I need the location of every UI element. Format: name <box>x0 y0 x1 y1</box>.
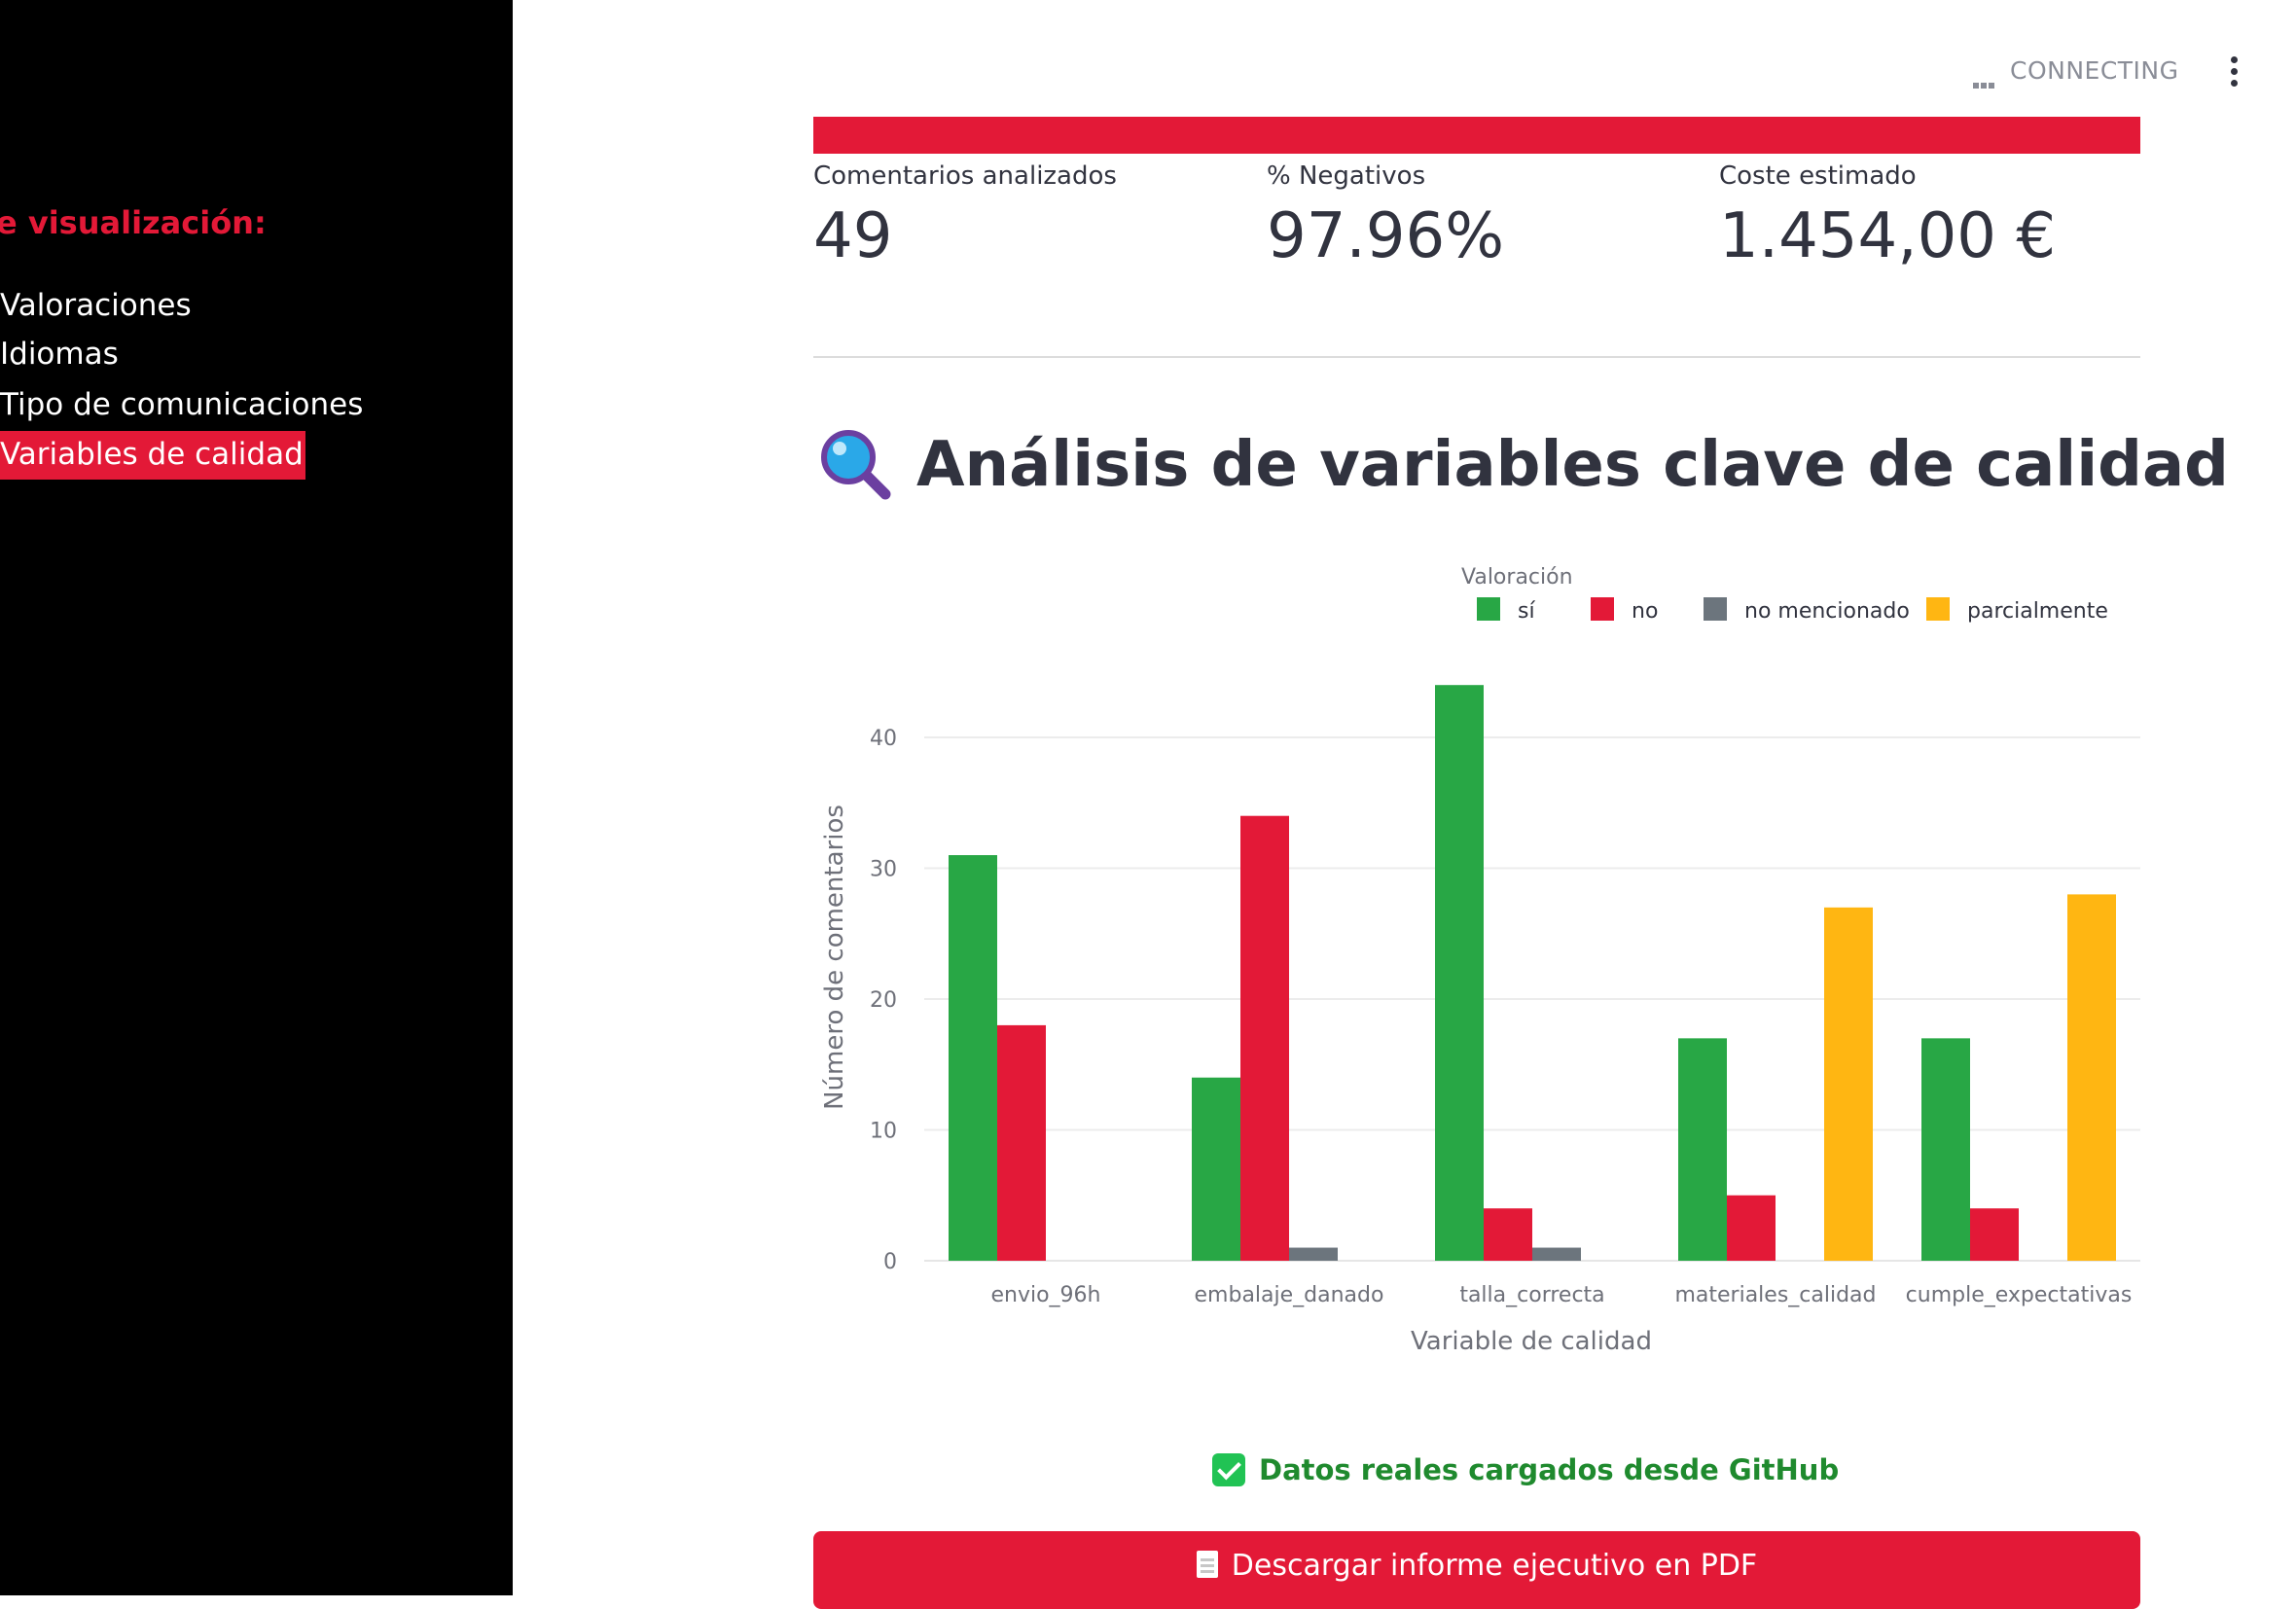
page-title: Análisis de variables clave de calidad <box>916 429 2229 501</box>
connection-status-label: CONNECTING <box>2010 56 2179 85</box>
legend-item[interactable]: no <box>1591 597 1658 624</box>
metric-label: Coste estimado <box>1719 161 1917 191</box>
bar-talla_correcta-0[interactable] <box>1435 685 1484 1261</box>
y-tick-label: 30 <box>870 858 897 882</box>
chart-bars <box>949 685 2116 1261</box>
legend-label: no <box>1632 599 1658 624</box>
connection-status: CONNECTING <box>1973 56 2179 89</box>
y-tick-label: 20 <box>870 988 897 1013</box>
legend-label: no mencionado <box>1744 599 1910 624</box>
success-message: Datos reales cargados desde GitHub <box>1259 1453 1840 1486</box>
sidebar-item-valoraciones[interactable]: Valoraciones <box>0 282 194 331</box>
metric-value: 1.454,00 € <box>1719 200 2057 272</box>
section-heading: Análisis de variables clave de calidad <box>817 416 2229 514</box>
metric-coste: Coste estimado 1.454,00 € <box>1719 161 2147 272</box>
bar-materiales_calidad-1[interactable] <box>1727 1195 1776 1261</box>
checkmark-icon <box>1212 1453 1245 1486</box>
legend-swatch <box>1704 597 1727 621</box>
x-tick-label: embalaje_danado <box>1195 1283 1384 1307</box>
bar-embalaje_danado-2[interactable] <box>1289 1247 1338 1261</box>
legend-label: sí <box>1518 599 1535 624</box>
x-axis-ticks: envio_96h embalaje_danado talla_correcta ma… <box>990 1283 2132 1307</box>
download-pdf-label: Descargar informe ejecutivo en PDF <box>1231 1549 1758 1583</box>
chart-legend: Valoración sí no no mencionado parcialmente <box>1461 565 2108 624</box>
legend-label: parcialmente <box>1967 599 2108 624</box>
bar-materiales_calidad-3[interactable] <box>1824 907 1873 1261</box>
sidebar-item-variables-calidad[interactable]: Variables de calidad <box>0 431 305 480</box>
y-axis-ticks: 0 10 20 30 40 <box>870 727 897 1274</box>
legend-title: Valoración <box>1461 565 1573 590</box>
y-axis-label: Número de comentarios <box>820 804 849 1110</box>
y-tick-label: 10 <box>870 1120 897 1144</box>
x-axis-label: Variable de calidad <box>1411 1327 1652 1356</box>
bar-envio_96h-0[interactable] <box>949 855 997 1261</box>
y-tick-label: 40 <box>870 727 897 751</box>
sidebar: e visualización: Valoraciones Idiomas Ti… <box>0 0 513 1595</box>
x-tick-label: cumple_expectativas <box>1906 1283 2133 1307</box>
legend-item[interactable]: parcialmente <box>1926 597 2108 624</box>
divider <box>813 356 2140 358</box>
bar-embalaje_danado-0[interactable] <box>1192 1077 1240 1261</box>
success-alert: Datos reales cargados desde GitHub <box>1212 1453 1839 1486</box>
sidebar-title: e visualización: <box>0 204 267 241</box>
x-tick-label: talla_correcta <box>1459 1283 1604 1307</box>
legend-item[interactable]: sí <box>1477 597 1535 624</box>
bar-cumple_expectativas-3[interactable] <box>2067 894 2116 1261</box>
quality-variables-bar-chart: Valoración sí no no mencionado parcialmente… <box>820 565 2140 1356</box>
bar-talla_correcta-1[interactable] <box>1484 1208 1532 1261</box>
x-tick-label: envio_96h <box>990 1283 1100 1307</box>
legend-swatch <box>1926 597 1950 621</box>
legend-swatch <box>1591 597 1614 621</box>
metric-value: 97.96% <box>1267 200 1505 272</box>
bar-materiales_calidad-0[interactable] <box>1678 1038 1727 1261</box>
connecting-dots-icon <box>1973 66 1998 89</box>
bar-cumple_expectativas-1[interactable] <box>1970 1208 2019 1261</box>
kebab-menu-icon[interactable] <box>2214 54 2253 89</box>
metric-label: % Negativos <box>1267 161 1426 191</box>
sidebar-item-tipo-comunicaciones[interactable]: Tipo de comunicaciones <box>0 381 365 430</box>
x-tick-label: materiales_calidad <box>1674 1283 1876 1307</box>
magnifier-icon <box>821 430 891 500</box>
document-icon <box>1196 1551 1218 1578</box>
bar-talla_correcta-2[interactable] <box>1532 1247 1581 1261</box>
sidebar-item-idiomas[interactable]: Idiomas <box>0 331 121 379</box>
metric-value: 49 <box>813 200 893 272</box>
header-accent-bar <box>813 117 2140 154</box>
bar-embalaje_danado-1[interactable] <box>1240 815 1289 1261</box>
metric-label: Comentarios analizados <box>813 161 1117 191</box>
y-tick-label: 0 <box>883 1250 897 1274</box>
metric-negativos: % Negativos 97.96% <box>1267 161 1695 272</box>
download-pdf-button[interactable]: Descargar informe ejecutivo en PDF <box>813 1531 2140 1609</box>
legend-item[interactable]: no mencionado <box>1704 597 1910 624</box>
bar-envio_96h-1[interactable] <box>997 1024 1046 1261</box>
metric-comentarios: Comentarios analizados 49 <box>813 161 1241 272</box>
legend-swatch <box>1477 597 1500 621</box>
bar-cumple_expectativas-0[interactable] <box>1921 1038 1970 1261</box>
